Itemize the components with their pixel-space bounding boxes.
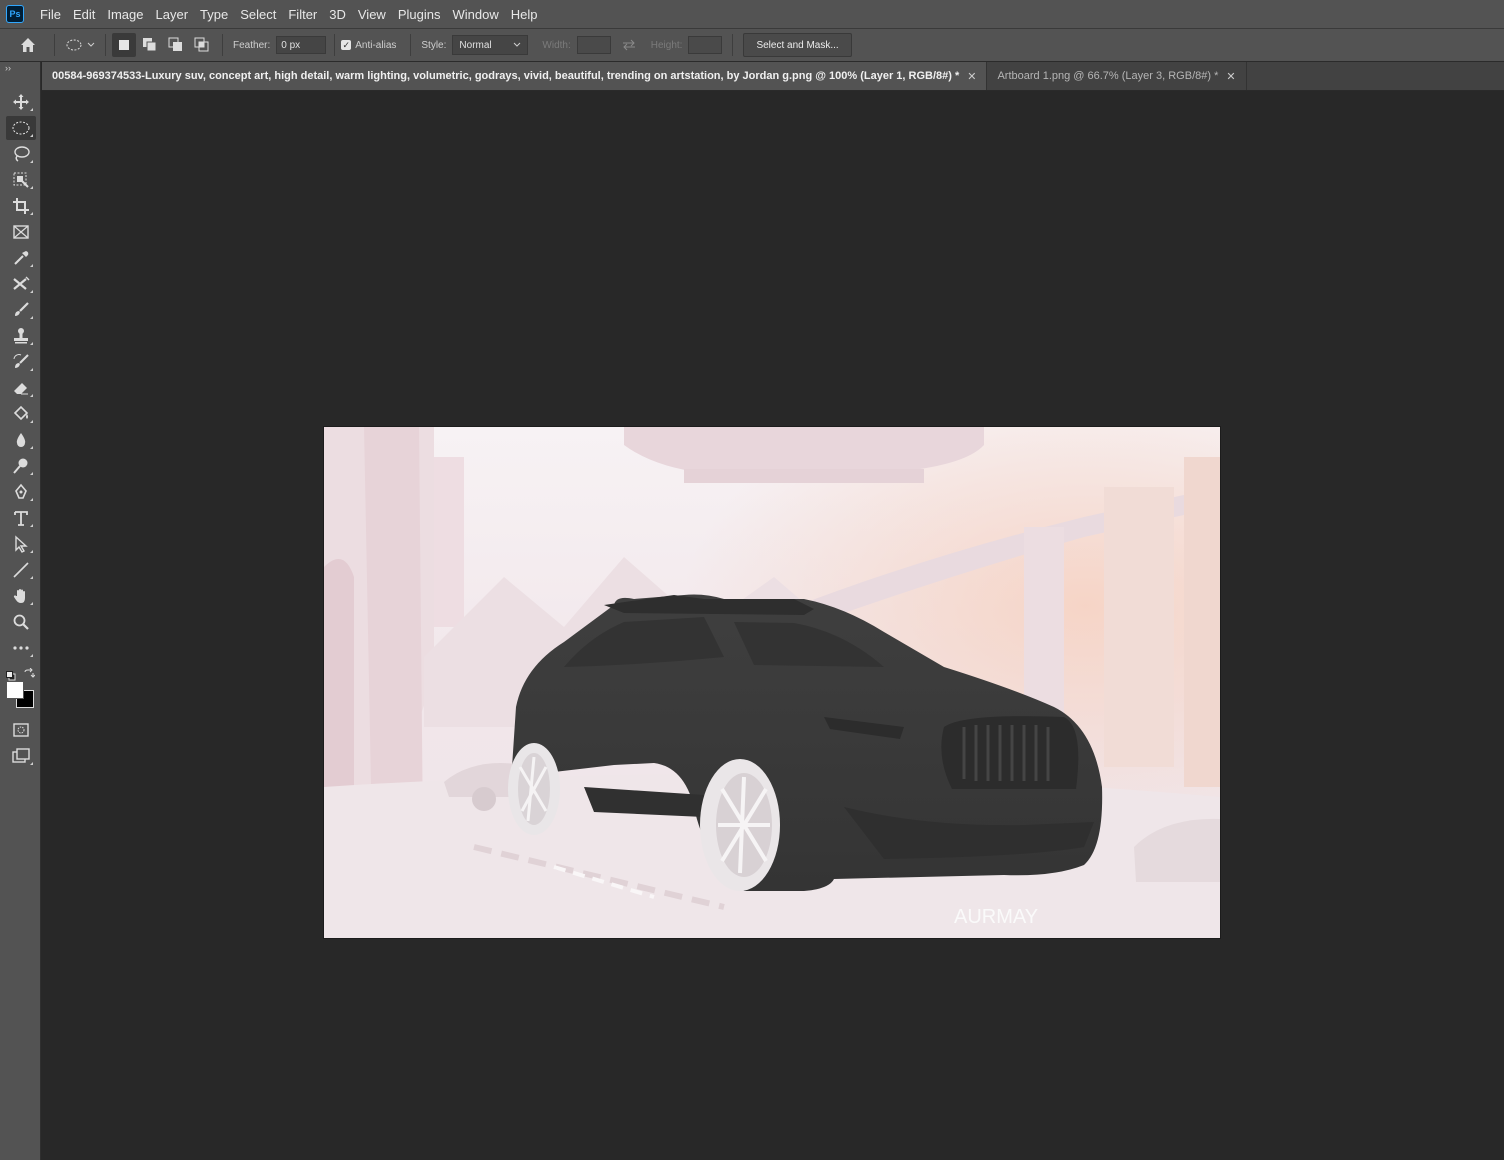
tool-preset-picker[interactable] xyxy=(61,33,99,57)
hand-tool-icon[interactable] xyxy=(6,584,36,608)
antialias-checkbox[interactable]: ✓ Anti-alias xyxy=(341,40,396,51)
type-tool-icon[interactable] xyxy=(6,506,36,530)
pen-tool-icon[interactable] xyxy=(6,480,36,504)
tab-label: Artboard 1.png @ 66.7% (Layer 3, RGB/8#)… xyxy=(997,70,1219,82)
style-label: Style: xyxy=(421,39,447,51)
edit-toolbar-icon[interactable] xyxy=(6,636,36,660)
path-selection-tool-icon[interactable] xyxy=(6,532,36,556)
foreground-color-swatch[interactable] xyxy=(6,681,24,699)
blur-tool-icon[interactable] xyxy=(6,428,36,452)
elliptical-marquee-tool-icon[interactable] xyxy=(6,116,36,140)
menu-image[interactable]: Image xyxy=(101,0,149,29)
new-selection-icon[interactable] xyxy=(112,33,136,57)
document-tabs: 00584-969374533-Luxury suv, concept art,… xyxy=(42,62,1504,91)
menu-help[interactable]: Help xyxy=(505,0,544,29)
close-icon[interactable]: ✕ xyxy=(1226,70,1235,83)
width-label: Width: xyxy=(542,39,571,51)
divider xyxy=(334,34,336,56)
home-icon[interactable] xyxy=(16,33,40,57)
zoom-tool-icon[interactable] xyxy=(6,610,36,634)
subtract-from-selection-icon[interactable] xyxy=(164,33,188,57)
divider xyxy=(222,34,223,56)
tab-label: 00584-969374533-Luxury suv, concept art,… xyxy=(52,70,960,82)
healing-brush-tool-icon[interactable] xyxy=(6,272,36,296)
options-bar: Feather: ✓ Anti-alias Style: Normal Widt… xyxy=(0,29,1504,62)
divider xyxy=(54,34,55,56)
select-and-mask-button[interactable]: Select and Mask... xyxy=(743,33,852,57)
collapse-panel-icon[interactable]: ›› xyxy=(0,62,40,74)
style-select[interactable]: Normal xyxy=(452,35,529,55)
menu-plugins[interactable]: Plugins xyxy=(392,0,447,29)
color-swatches xyxy=(0,664,40,712)
menu-layer[interactable]: Layer xyxy=(150,0,195,29)
object-selection-tool-icon[interactable] xyxy=(6,168,36,192)
swap-width-height-icon[interactable] xyxy=(617,33,641,57)
eyedropper-tool-icon[interactable] xyxy=(6,246,36,270)
menu-select[interactable]: Select xyxy=(234,0,282,29)
artist-signature: AURMAY xyxy=(954,906,1038,928)
tools-panel: ›› xyxy=(0,62,41,1160)
menu-filter[interactable]: Filter xyxy=(282,0,323,29)
paint-bucket-tool-icon[interactable] xyxy=(6,402,36,426)
quick-mask-icon[interactable] xyxy=(6,718,36,742)
move-tool-icon[interactable] xyxy=(6,90,36,114)
checkmark-icon: ✓ xyxy=(341,40,352,50)
style-value: Normal xyxy=(459,39,492,51)
divider xyxy=(105,34,106,56)
chevron-down-icon xyxy=(513,40,521,51)
screen-mode-icon[interactable] xyxy=(6,744,36,768)
width-input[interactable] xyxy=(576,36,611,54)
menu-bar: Ps File Edit Image Layer Type Select Fil… xyxy=(0,0,1504,29)
add-to-selection-icon[interactable] xyxy=(138,33,162,57)
document-canvas[interactable]: AURMAY xyxy=(324,427,1220,938)
close-icon[interactable]: ✕ xyxy=(967,70,976,83)
menu-view[interactable]: View xyxy=(352,0,392,29)
menu-edit[interactable]: Edit xyxy=(67,0,101,29)
line-tool-icon[interactable] xyxy=(6,558,36,582)
artwork-image: AURMAY xyxy=(324,427,1220,938)
antialias-label: Anti-alias xyxy=(355,39,397,51)
lasso-tool-icon[interactable] xyxy=(6,142,36,166)
eraser-tool-icon[interactable] xyxy=(6,376,36,400)
intersect-selection-icon[interactable] xyxy=(190,33,214,57)
clone-stamp-tool-icon[interactable] xyxy=(6,324,36,348)
crop-tool-icon[interactable] xyxy=(6,194,36,218)
menu-type[interactable]: Type xyxy=(194,0,234,29)
height-label: Height: xyxy=(650,39,683,51)
dodge-tool-icon[interactable] xyxy=(6,454,36,478)
swap-colors-icon[interactable] xyxy=(23,667,36,685)
tab-artboard-1[interactable]: Artboard 1.png @ 66.7% (Layer 3, RGB/8#)… xyxy=(987,62,1247,90)
history-brush-tool-icon[interactable] xyxy=(6,350,36,374)
menu-3d[interactable]: 3D xyxy=(323,0,352,29)
divider xyxy=(732,34,734,56)
tab-document-1[interactable]: 00584-969374533-Luxury suv, concept art,… xyxy=(42,62,988,90)
brush-tool-icon[interactable] xyxy=(6,298,36,322)
height-input[interactable] xyxy=(688,36,723,54)
canvas-area[interactable]: AURMAY xyxy=(42,91,1504,1160)
divider xyxy=(410,34,412,56)
frame-tool-icon[interactable] xyxy=(6,220,36,244)
photoshop-logo-icon[interactable]: Ps xyxy=(6,5,24,23)
menu-file[interactable]: File xyxy=(34,0,67,29)
menu-window[interactable]: Window xyxy=(446,0,504,29)
feather-input[interactable] xyxy=(276,36,327,54)
feather-label: Feather: xyxy=(233,39,271,51)
